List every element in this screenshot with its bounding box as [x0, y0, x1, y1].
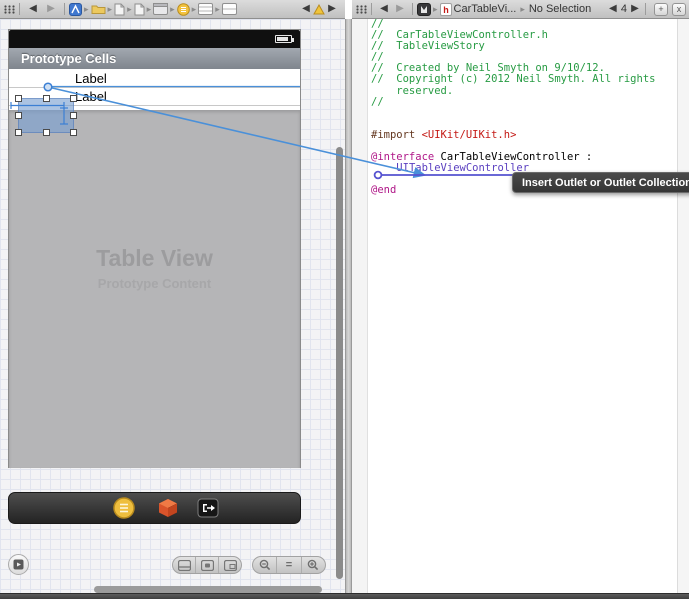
file-breadcrumb[interactable]: CarTableVi...: [454, 3, 517, 15]
resize-handle[interactable]: [15, 129, 22, 136]
cell-label[interactable]: Label: [9, 71, 107, 86]
first-responder-icon[interactable]: [157, 497, 179, 519]
zoom-segmented-control: =: [252, 556, 326, 574]
layout-segment-icon[interactable]: [218, 557, 241, 573]
separator: [64, 3, 65, 15]
assistant-code-editor[interactable]: //// CarTableViewController.h// TableVie…: [352, 19, 689, 593]
forward-button[interactable]: ▶: [392, 4, 408, 14]
separator: [19, 3, 20, 15]
xcode-assistant-editor-window: ◀ ▶ ▸ ▸ ▸ ▸ ▸ ▸ ▸: [0, 0, 689, 599]
interface-builder-jumpbar: ◀ ▶ ▸ ▸ ▸ ▸ ▸ ▸ ▸: [0, 0, 345, 19]
resize-handle[interactable]: [70, 129, 77, 136]
zoom-out-icon[interactable]: [253, 557, 276, 573]
close-assistant-editor-button[interactable]: x: [672, 3, 686, 16]
resize-handle[interactable]: [43, 95, 50, 102]
breadcrumb-separator: ▸: [170, 4, 175, 15]
document-outline-toggle-button[interactable]: [8, 554, 29, 575]
table-view-placeholder-title: Table View: [9, 245, 300, 272]
selection-breadcrumb[interactable]: No Selection: [529, 3, 591, 15]
counterpart-count: 4: [621, 3, 627, 15]
prototype-cells-header: Prototype Cells: [9, 48, 300, 69]
layout-segment-icon[interactable]: [195, 557, 218, 573]
code-lines: //// CarTableViewController.h// TableVie…: [371, 19, 676, 593]
separator: [645, 3, 646, 15]
battery-icon: [275, 35, 292, 43]
resize-handle[interactable]: [15, 95, 22, 102]
table-cell[interactable]: Label: [9, 69, 300, 88]
breadcrumb-separator: ▸: [215, 4, 220, 15]
next-counterpart-button[interactable]: ▶: [629, 4, 641, 14]
table-view-icon[interactable]: [198, 3, 213, 15]
view-controller-icon[interactable]: [113, 497, 135, 519]
exit-icon[interactable]: [197, 498, 219, 518]
table-view-controller-scene[interactable]: Prototype Cells Label Label Table View P…: [8, 29, 301, 468]
code-line: [371, 108, 676, 119]
resize-handle[interactable]: [70, 112, 77, 119]
editor-layout-segmented-control: [172, 556, 242, 574]
zoom-in-icon[interactable]: [301, 557, 325, 573]
separator: [412, 3, 413, 15]
resize-handle[interactable]: [15, 112, 22, 119]
simulated-status-bar: [9, 30, 300, 48]
layout-segment-icon[interactable]: [173, 557, 195, 573]
connection-tooltip: Insert Outlet or Outlet Collection: [512, 172, 689, 193]
previous-issue-button[interactable]: ◀: [299, 4, 313, 14]
separator: [371, 3, 372, 15]
breadcrumb-separator: ▸: [520, 4, 525, 15]
prototype-cells-label: Prototype Cells: [9, 51, 116, 66]
project-icon[interactable]: [69, 3, 82, 16]
window-icon[interactable]: [153, 3, 168, 15]
code-line: reserved.: [371, 86, 676, 97]
breadcrumb-separator: ▸: [147, 4, 152, 15]
file-icon[interactable]: [114, 3, 125, 16]
assistant-editor-jumpbar: ◀ ▶ ▸ h CarTableVi... ▸ No Selection ◀ 4…: [352, 0, 689, 19]
breadcrumb-separator: ▸: [433, 4, 438, 15]
breadcrumb-separator: ▸: [192, 4, 197, 15]
back-button[interactable]: ◀: [376, 4, 392, 14]
pane-divider[interactable]: [345, 19, 352, 593]
warning-icon[interactable]: [313, 4, 325, 15]
code-line: // TableViewStory: [371, 41, 676, 52]
assistant-counterparts-icon[interactable]: [417, 3, 431, 16]
window-bottom-bar: [0, 593, 689, 599]
breadcrumb-separator: ▸: [108, 4, 113, 15]
resize-handle[interactable]: [43, 129, 50, 136]
grid-menu-icon[interactable]: [4, 5, 15, 14]
editor-gutter: [352, 19, 368, 593]
next-issue-button[interactable]: ▶: [325, 4, 339, 14]
canvas-horizontal-scrollbar[interactable]: [94, 586, 322, 593]
breadcrumb-separator: ▸: [127, 4, 132, 15]
add-assistant-editor-button[interactable]: +: [654, 3, 668, 16]
svg-text:h: h: [443, 5, 449, 15]
resize-handle[interactable]: [70, 95, 77, 102]
interface-builder-canvas[interactable]: Prototype Cells Label Label Table View P…: [0, 19, 345, 593]
canvas-vertical-scrollbar[interactable]: [336, 147, 343, 579]
tooltip-label: Insert Outlet or Outlet Collection: [522, 177, 689, 189]
forward-button[interactable]: ▶: [42, 4, 60, 14]
previous-counterpart-button[interactable]: ◀: [607, 4, 619, 14]
file-icon[interactable]: [134, 3, 145, 16]
breadcrumb-separator: ▸: [84, 4, 89, 15]
actual-size-button[interactable]: =: [276, 557, 300, 573]
code-line: #import <UIKit/UIKit.h>: [371, 130, 676, 141]
scene-dock: [8, 492, 301, 524]
code-line: //: [371, 97, 676, 108]
editor-scrollbar-track[interactable]: [677, 19, 689, 593]
table-view-body[interactable]: Table View Prototype Content: [9, 110, 300, 468]
back-button[interactable]: ◀: [24, 4, 42, 14]
table-cell-icon[interactable]: [222, 3, 237, 15]
view-controller-icon[interactable]: [177, 3, 190, 16]
grid-menu-icon[interactable]: [356, 5, 367, 14]
folder-icon[interactable]: [91, 3, 106, 15]
selected-image-view[interactable]: [19, 99, 73, 132]
table-view-placeholder-subtitle: Prototype Content: [9, 276, 300, 291]
header-file-icon[interactable]: h: [440, 3, 452, 16]
